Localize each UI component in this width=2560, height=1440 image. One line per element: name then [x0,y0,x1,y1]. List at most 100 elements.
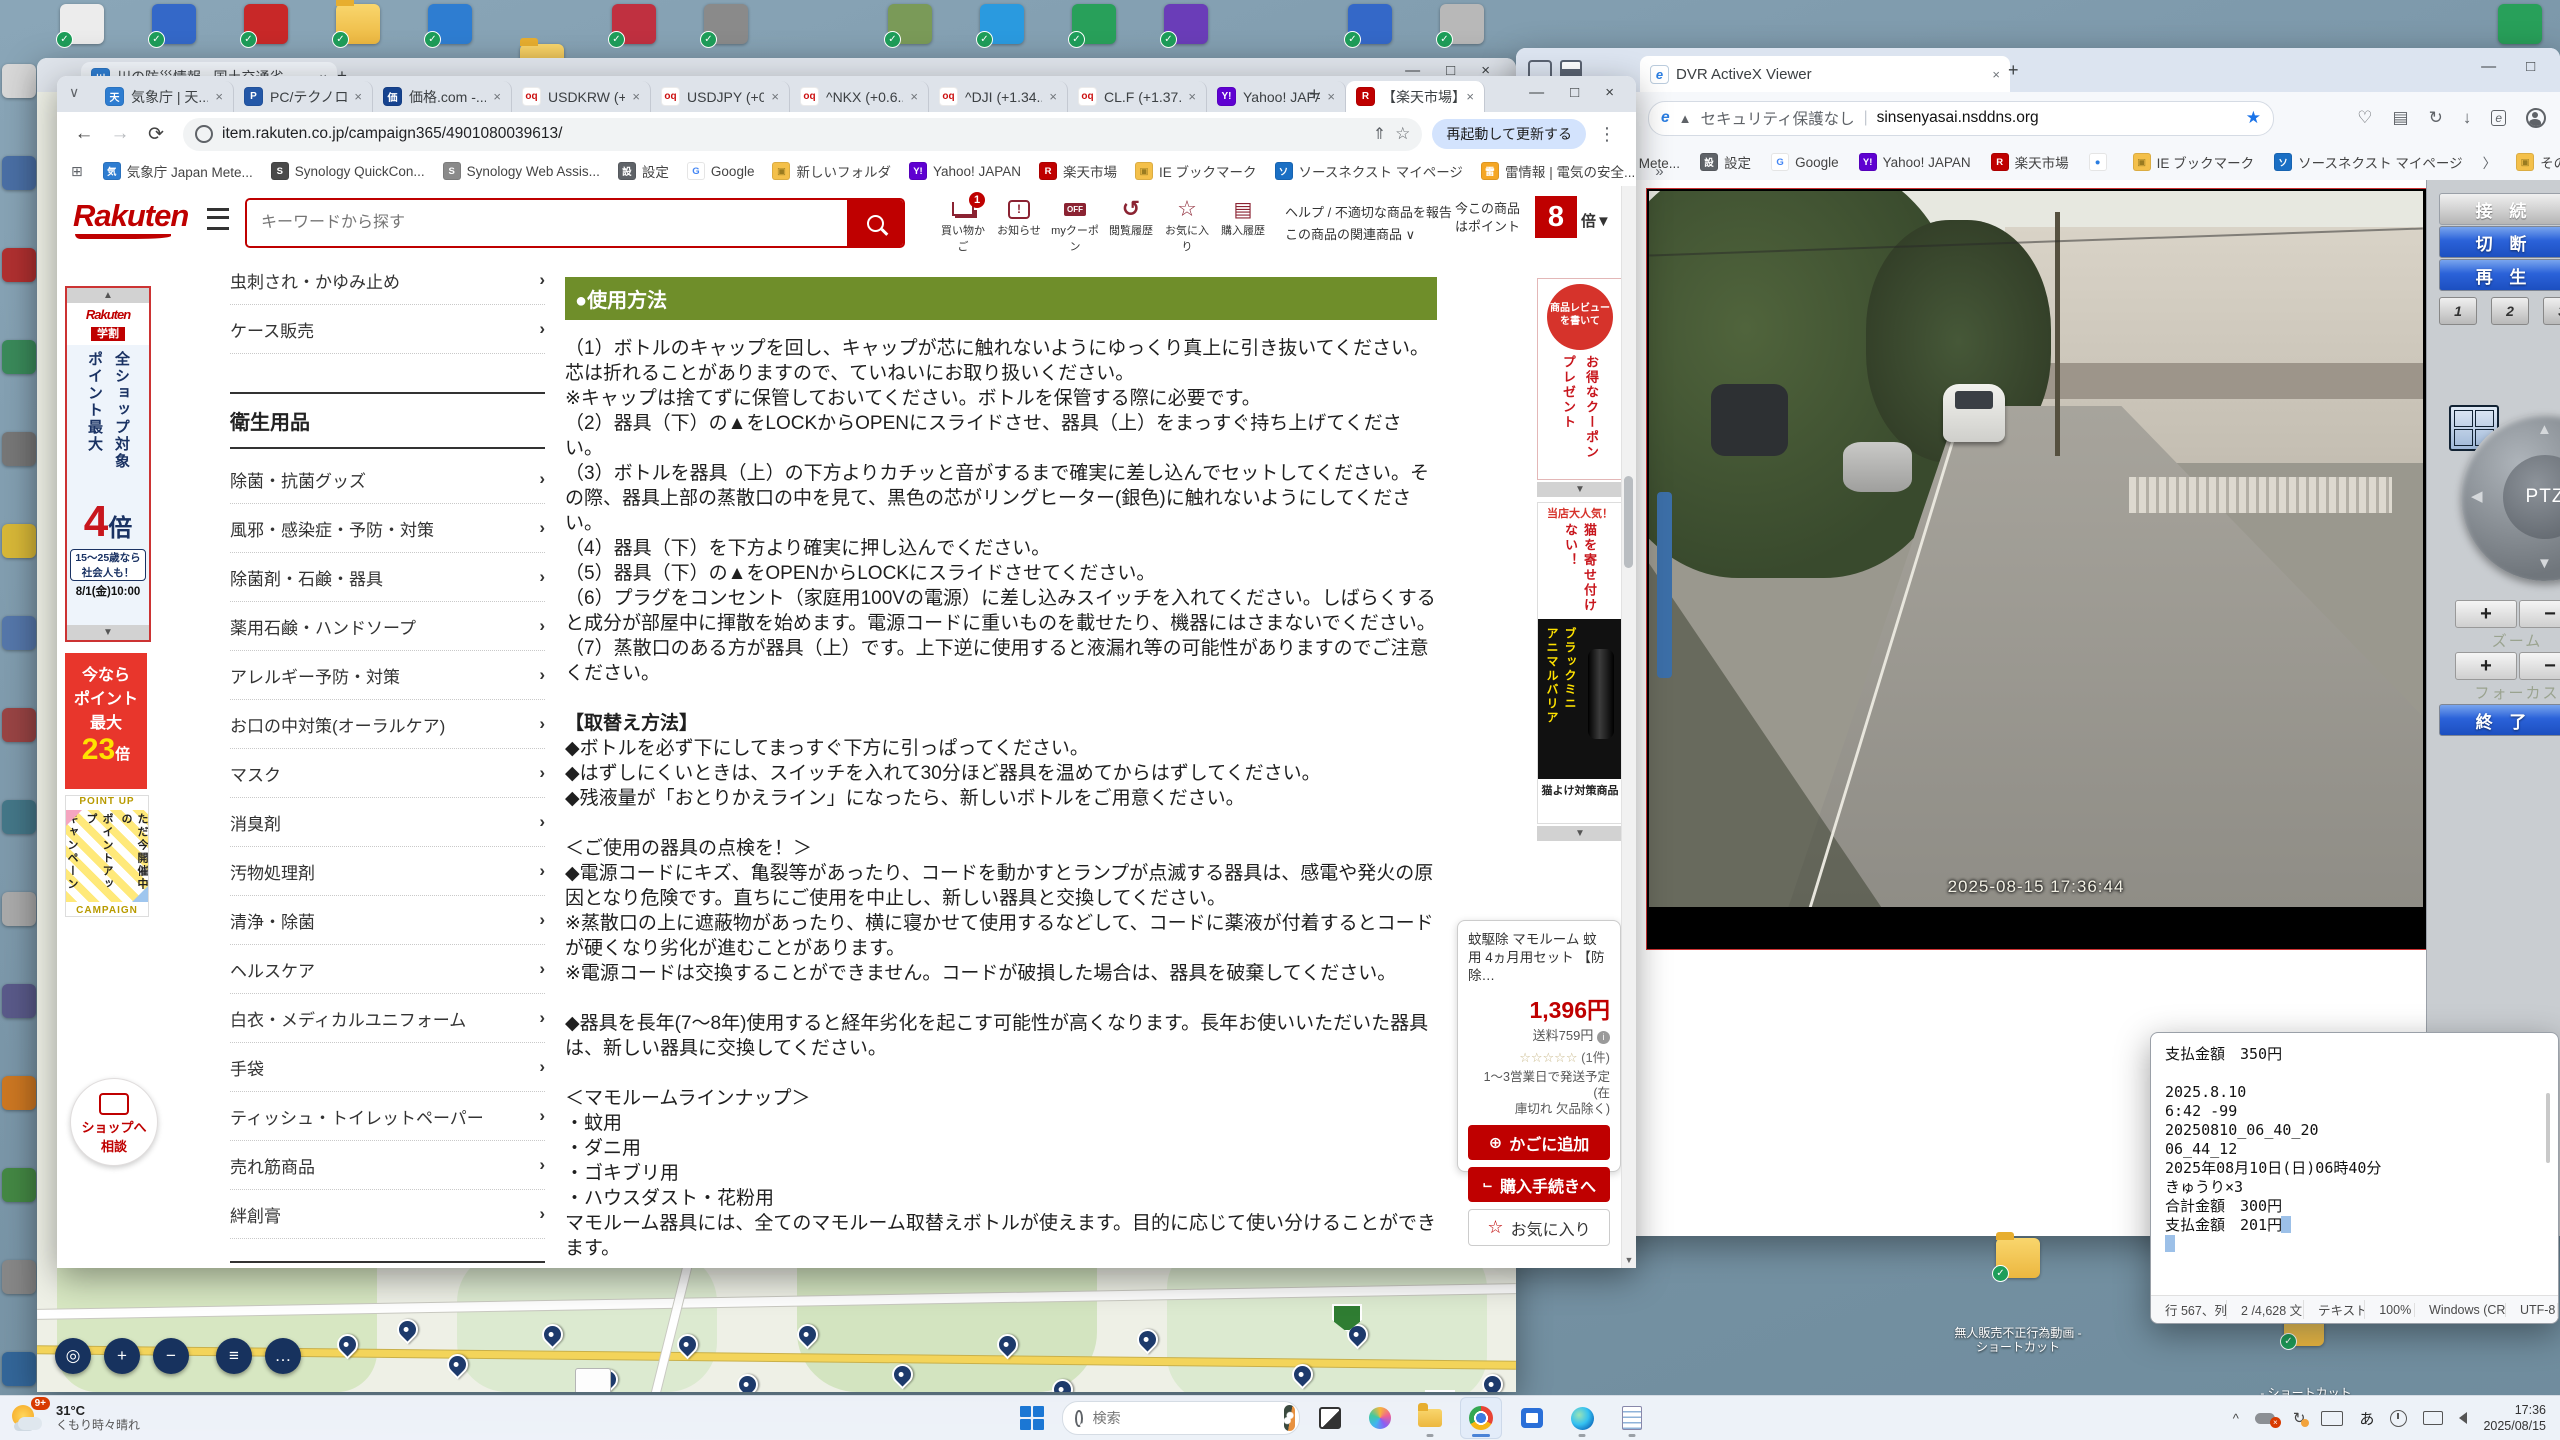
bookmark-item[interactable]: ▣ IE ブックマーク [2133,152,2255,172]
touch-keyboard-icon[interactable] [2321,1411,2343,1426]
hidden-icons-chevron[interactable]: ^ [2233,1411,2239,1426]
copilot-button[interactable] [1360,1398,1400,1438]
ad-coupon[interactable]: 商品レビュー を書いて プレゼント お得なクーポン [1537,278,1623,480]
history-icon[interactable]: ↻ [2429,108,2443,128]
weather-widget[interactable]: 9+ 31°C くもり時々晴れ [0,1401,290,1435]
clock-sync-icon[interactable] [2390,1410,2407,1427]
desktop-icon[interactable] [2,64,36,98]
bookmark-item[interactable]: Y! Yahoo! JAPAN [1859,153,1971,171]
tab-close-icon[interactable]: × [215,89,223,104]
browser-tab[interactable]: R 【楽天市場】... × [1346,81,1485,112]
banner-scroll-down[interactable]: ▼ [67,625,149,640]
map-locate-button[interactable]: ◎ [55,1338,91,1374]
zoom-in-button[interactable]: + [2455,600,2517,628]
bookmark-item[interactable]: ソ ソースネクスト マイページ [2274,152,2462,172]
desktop-icon[interactable]: ✓ [1348,4,1392,44]
maximize-icon[interactable]: □ [1570,84,1579,101]
rakuten-nav-item[interactable]: お気に入り [1161,196,1213,254]
desktop-icon[interactable]: ✓ [1072,4,1116,44]
desktop-icon[interactable]: ✓ [60,4,104,44]
microsoft-store-button[interactable] [1512,1398,1552,1438]
browser-tab[interactable]: Y! Yahoo! JAPA... × [1207,81,1346,112]
bookmark-item[interactable]: S Synology Web Assis... [443,162,600,180]
desktop-icon[interactable]: ✓ [1164,4,1208,44]
site-info-icon[interactable] [195,125,213,143]
tab-close-icon[interactable]: × [771,89,779,104]
taskbar-search[interactable] [1062,1401,1300,1435]
map-layers-button[interactable]: ≡ [216,1338,252,1374]
rakuten-nav-item[interactable]: 閲覧履歴 [1105,196,1157,254]
desktop-icon[interactable] [2,1260,36,1294]
sidebar-category-item[interactable]: 薬用石鹸・ハンドソープ› [230,602,545,651]
sidebar-category-item[interactable]: 風邪・感染症・予防・対策› [230,504,545,553]
desktop-icon[interactable] [2,800,36,834]
add-to-cart-button[interactable]: ⊕かごに追加 [1468,1125,1610,1160]
sidebar-category-item[interactable]: 汚物処理剤› [230,847,545,896]
bookmark-item[interactable]: G Google [687,162,755,180]
channel-button[interactable]: 1 [2439,297,2477,325]
desktop-icon[interactable]: ✓ [1440,4,1484,44]
banner-scroll-up[interactable]: ▲ [67,288,149,303]
help-report-link[interactable]: ヘルプ / 不適切な商品を報告 [1285,202,1452,221]
sidebar-category-item[interactable]: 消臭剤› [230,798,545,847]
sidebar-category-item[interactable]: アレルギー予防・対策› [230,651,545,700]
desktop-icon[interactable]: ✓ [152,4,196,44]
tab-close-icon[interactable]: × [493,89,501,104]
search-button[interactable] [847,200,903,246]
product-title[interactable]: 蚊駆除 マモルーム 蚊用 4ヵ月用セット 【防除… [1468,931,1610,985]
browser-tab[interactable]: oq USDJPY (+0... × [651,81,790,112]
ptz-down-icon[interactable]: ▼ [2537,555,2552,572]
browser-tab[interactable]: oq ^DJI (+1.34... × [929,81,1068,112]
rakuten-logo[interactable]: Rakuten [73,198,188,234]
desktop-icon[interactable] [2,892,36,926]
map-pin[interactable] [733,1370,763,1392]
rakuten-nav-item[interactable]: myクーポン [1049,196,1101,254]
ime-indicator[interactable]: あ [2359,1408,2374,1429]
ad-scroll-down[interactable]: ▼ [1537,826,1623,841]
checkout-button[interactable]: ⌙購入手続きへ [1468,1167,1610,1202]
desktop-icon[interactable]: ✓ [244,4,288,44]
desktop-icon[interactable]: ✓ [428,4,472,44]
favorite-star-icon[interactable]: ★ [2246,108,2261,128]
desktop-icon[interactable] [2,432,36,466]
bookmark-item[interactable]: ▣ 新しいフォルダ [772,161,891,181]
forward-icon[interactable]: → [103,123,137,145]
ptz-left-icon[interactable]: ◀ [2471,487,2483,505]
focus-in-button[interactable]: + [2455,652,2517,680]
bookmark-item[interactable]: 雷 雷情報 | 電気の安全... [1481,161,1635,181]
bookmark-item[interactable]: S Synology QuickCon... [271,162,425,180]
bookmark-item[interactable]: 設 設定 [618,161,669,181]
taskbar-search-input[interactable] [1091,1409,1276,1427]
restart-to-update-button[interactable]: 再起動して更新する [1432,119,1586,149]
sidebar-category-item[interactable]: 清浄・除菌› [230,896,545,945]
zoom-out-button[interactable]: − [2519,600,2560,628]
map-feedback-button[interactable]: … [265,1338,301,1374]
page-scrollbar[interactable]: ▼ [1621,186,1636,1268]
dvr-video-container[interactable]: 2025-08-15 17:36:44 [1646,188,2428,950]
tab-close-icon[interactable]: × [1049,89,1057,104]
notepad-button[interactable] [1612,1398,1652,1438]
desktop-icon[interactable]: ✓ [980,4,1024,44]
desktop-file-icon[interactable] [575,1368,611,1392]
hamburger-menu-icon[interactable] [207,208,229,230]
map-pin[interactable] [1133,1325,1163,1355]
chrome-button[interactable] [1460,1397,1502,1439]
other-favorites[interactable]: ▣ その他のお気に入り [2516,152,2560,172]
browser-tab[interactable]: P PC/テクノロジ... × [234,81,373,112]
ad-scroll-down[interactable]: ▼ [1537,482,1623,497]
desktop-shortcut[interactable]: ✓ 無人販売不正行為動画 - ショートカット [1968,1238,2108,1306]
desktop-icon[interactable]: ✓ [704,4,748,44]
scrollbar-down-arrow[interactable]: ▼ [1622,1252,1636,1268]
desktop-icon[interactable] [2,340,36,374]
exit-button[interactable]: 終 了 [2439,704,2560,736]
ptz-up-icon[interactable]: ▲ [2537,421,2552,438]
bookmark-item[interactable]: R 楽天市場 [1039,161,1117,181]
share-icon[interactable]: ⇑ [1373,124,1386,144]
favorite-button[interactable]: ☆お気に入り [1468,1209,1610,1246]
desktop-icon[interactable] [2,616,36,650]
chrome-address-bar[interactable]: item.rakuten.co.jp/campaign365/490108003… [183,118,1422,151]
bookmark-item[interactable]: 設 設定 [1700,152,1751,172]
new-tab-icon[interactable]: + [2008,60,2019,81]
desktop-icon[interactable] [2,248,36,282]
tab-close-icon[interactable]: × [354,89,362,104]
